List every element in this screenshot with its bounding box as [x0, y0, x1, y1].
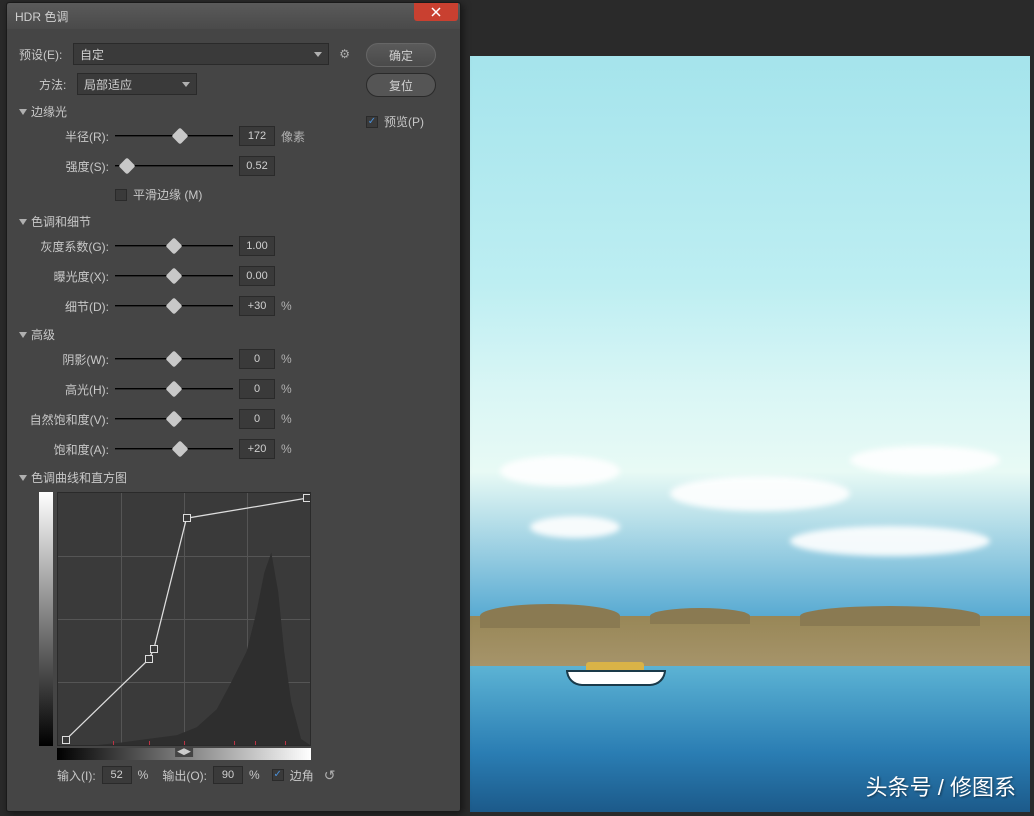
method-label: 方法:	[39, 76, 71, 93]
tone-curve	[58, 493, 310, 745]
clouds	[470, 456, 1030, 596]
corner-label: 边角	[290, 767, 314, 784]
radius-label: 半径(R):	[19, 128, 109, 145]
saturation-input[interactable]	[239, 439, 275, 459]
radius-input[interactable]	[239, 126, 275, 146]
section-edge-glow[interactable]: 边缘光	[19, 103, 354, 120]
titlebar[interactable]: HDR 色调	[7, 3, 460, 29]
image-preview: 头条号 / 修图系	[470, 56, 1030, 812]
curve-point[interactable]	[303, 494, 311, 502]
shadow-label: 阴影(W):	[19, 351, 109, 368]
curve-editor[interactable]	[57, 492, 311, 746]
detail-label: 细节(D):	[19, 298, 109, 315]
highlight-slider[interactable]	[115, 388, 233, 390]
preset-label: 预设(E):	[19, 46, 67, 63]
vibrance-label: 自然饱和度(V):	[19, 411, 109, 428]
saturation-label: 饱和度(A):	[19, 441, 109, 458]
chevron-down-icon	[19, 475, 27, 481]
shadow-input[interactable]	[239, 349, 275, 369]
vibrance-input[interactable]	[239, 409, 275, 429]
smooth-edges-checkbox[interactable]	[115, 189, 127, 201]
highlight-label: 高光(H):	[19, 381, 109, 398]
vertical-gradient	[39, 492, 53, 746]
reset-curve-icon[interactable]: ↺	[324, 767, 336, 784]
watermark: 头条号 / 修图系	[866, 770, 1016, 802]
curve-output-label: 输出(O):	[162, 767, 207, 784]
vibrance-slider[interactable]	[115, 418, 233, 420]
curve-point[interactable]	[145, 655, 153, 663]
slider-arrows-icon[interactable]: ◀▶	[175, 746, 193, 757]
exposure-label: 曝光度(X):	[19, 268, 109, 285]
gamma-label: 灰度系数(G):	[19, 238, 109, 255]
chevron-down-icon	[19, 219, 27, 225]
detail-input[interactable]	[239, 296, 275, 316]
preset-dropdown[interactable]: 自定	[73, 43, 329, 65]
gamma-input[interactable]	[239, 236, 275, 256]
smooth-edges-label: 平滑边缘 (M)	[133, 186, 202, 203]
strength-input[interactable]	[239, 156, 275, 176]
chevron-down-icon	[19, 332, 27, 338]
horizontal-gradient: ◀▶	[57, 748, 311, 760]
reset-button[interactable]: 复位	[366, 73, 436, 97]
island	[470, 616, 1030, 666]
curve-output-value[interactable]	[213, 766, 243, 784]
exposure-slider[interactable]	[115, 275, 233, 277]
chevron-down-icon	[19, 109, 27, 115]
strength-slider[interactable]	[115, 165, 233, 167]
detail-slider[interactable]	[115, 305, 233, 307]
method-dropdown[interactable]: 局部适应	[77, 73, 197, 95]
curve-input-label: 输入(I):	[57, 767, 96, 784]
radius-slider[interactable]	[115, 135, 233, 137]
exposure-input[interactable]	[239, 266, 275, 286]
curve-point[interactable]	[150, 645, 158, 653]
curve-input-value[interactable]	[102, 766, 132, 784]
strength-label: 强度(S):	[19, 158, 109, 175]
gamma-slider[interactable]	[115, 245, 233, 247]
saturation-slider[interactable]	[115, 448, 233, 450]
boat	[566, 656, 666, 686]
dialog-title: HDR 色调	[15, 8, 68, 25]
gear-icon[interactable]: ⚙	[335, 47, 354, 61]
corner-checkbox[interactable]	[272, 769, 284, 781]
preview-checkbox[interactable]	[366, 116, 378, 128]
section-curve[interactable]: 色调曲线和直方图	[19, 469, 354, 486]
section-tone-detail[interactable]: 色调和细节	[19, 213, 354, 230]
ok-button[interactable]: 确定	[366, 43, 436, 67]
section-advanced[interactable]: 高级	[19, 326, 354, 343]
preview-label: 预览(P)	[384, 113, 424, 130]
highlight-input[interactable]	[239, 379, 275, 399]
curve-point[interactable]	[183, 514, 191, 522]
hdr-toning-dialog: HDR 色调 预设(E): 自定 ⚙ 方法: 局部适应	[6, 2, 461, 812]
shadow-slider[interactable]	[115, 358, 233, 360]
close-icon	[431, 7, 441, 17]
close-button[interactable]	[414, 3, 458, 21]
